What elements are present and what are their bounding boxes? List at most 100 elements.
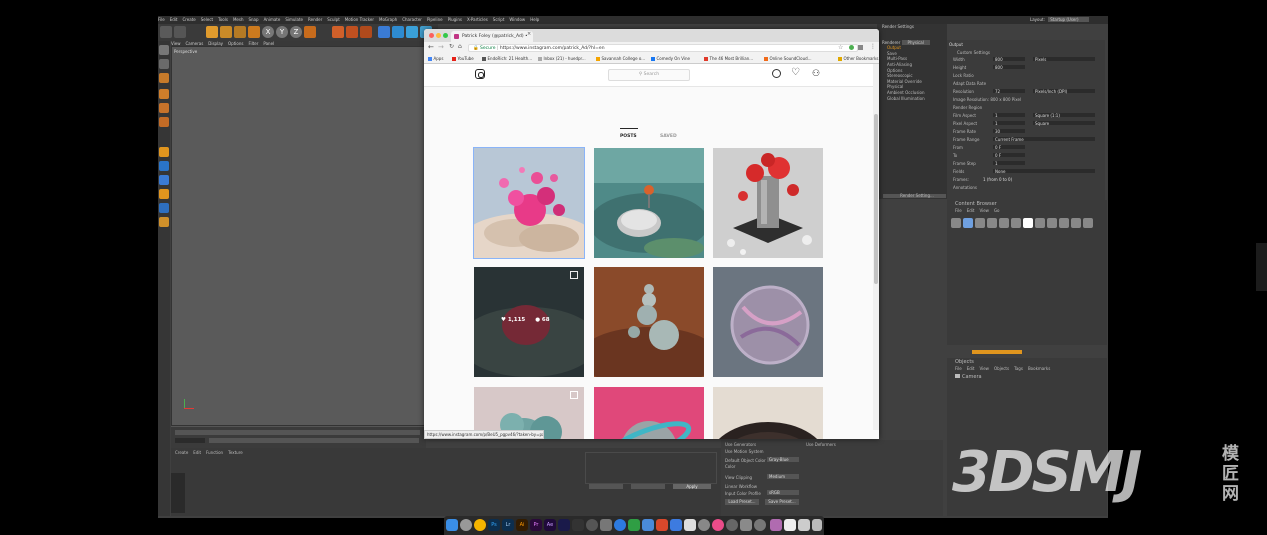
- preset-thumb-0[interactable]: [951, 218, 961, 228]
- post-red-blob-hover[interactable]: ♥ 1,115 ● 68: [474, 267, 584, 377]
- c4d-menu-item-7[interactable]: Animate: [264, 17, 281, 22]
- preset-thumb-4[interactable]: [999, 218, 1009, 228]
- content-menu-item-3[interactable]: Go: [994, 208, 1000, 213]
- itunes-icon[interactable]: [712, 519, 724, 531]
- preview-icon[interactable]: [770, 519, 782, 531]
- chrome-icon[interactable]: [474, 519, 486, 531]
- frame-field[interactable]: [175, 438, 205, 443]
- objects-menu-item-4[interactable]: Tags: [1014, 366, 1023, 371]
- illustrator-icon[interactable]: Ai: [516, 519, 528, 531]
- app-icon-10[interactable]: [740, 519, 752, 531]
- content-slider[interactable]: [972, 350, 1022, 354]
- bookmark-3[interactable]: Inbox (21) - huedpr...: [538, 56, 586, 61]
- output-row-unit[interactable]: Square: [1033, 121, 1095, 126]
- object-camera[interactable]: Camera: [955, 374, 982, 380]
- menu-icon[interactable]: ⋮: [870, 43, 876, 50]
- c4d-menu-item-0[interactable]: File: [158, 17, 165, 22]
- points-mode-icon[interactable]: [159, 89, 169, 99]
- folder-icon[interactable]: [798, 519, 810, 531]
- c4d-menu-item-16[interactable]: X-Particles: [467, 17, 488, 22]
- texture-mode-icon[interactable]: [159, 73, 169, 83]
- bookmark-7[interactable]: Online SoundCloud...: [764, 56, 812, 61]
- load-preset-button[interactable]: Load Preset...: [725, 499, 759, 505]
- heart-activity-icon[interactable]: ♡: [791, 67, 800, 79]
- preset-thumb-10[interactable]: [1071, 218, 1081, 228]
- make-editable-icon[interactable]: [159, 45, 169, 55]
- extension2-icon[interactable]: [858, 45, 863, 50]
- output-row-value[interactable]: 1: [993, 121, 1025, 126]
- back-icon[interactable]: ←: [428, 43, 434, 51]
- media-encoder-icon[interactable]: [558, 519, 570, 531]
- search-input[interactable]: ⚲ Search: [608, 69, 690, 81]
- live-icon[interactable]: [572, 519, 584, 531]
- app-icon-2[interactable]: [614, 519, 626, 531]
- c4d-menu-item-13[interactable]: Character: [402, 17, 422, 22]
- tab-saved[interactable]: SAVED: [660, 134, 677, 139]
- c4d-menu-item-6[interactable]: Snap: [248, 17, 258, 22]
- render-setting-button[interactable]: Render Setting...: [883, 194, 946, 198]
- coords-mode-select[interactable]: [589, 484, 623, 489]
- live-select-icon[interactable]: [248, 26, 260, 38]
- attr-profile-select[interactable]: sRGB: [767, 490, 799, 495]
- tweak-mode-icon[interactable]: [159, 161, 169, 171]
- minimize-window-icon[interactable]: [436, 33, 441, 38]
- post-pink-spheres[interactable]: [473, 147, 585, 259]
- pen-icon[interactable]: [392, 26, 404, 38]
- c4d-menu-item-10[interactable]: Sculpt: [327, 17, 340, 22]
- post-red-tower[interactable]: [713, 148, 823, 258]
- material-menu-item-2[interactable]: Function: [206, 450, 223, 455]
- instagram-logo-icon[interactable]: [475, 69, 485, 79]
- lightroom-icon[interactable]: Lr: [502, 519, 514, 531]
- objects-menu-item-2[interactable]: View: [979, 366, 989, 371]
- preset-thumb-11[interactable]: [1083, 218, 1093, 228]
- output-row-value[interactable]: 0 F: [993, 145, 1025, 150]
- render-settings-icon[interactable]: [360, 26, 372, 38]
- x-axis-icon[interactable]: X: [262, 26, 274, 38]
- preset-thumb-3[interactable]: [987, 218, 997, 228]
- output-row-value[interactable]: 30: [993, 129, 1025, 134]
- preset-thumb-7[interactable]: [1035, 218, 1045, 228]
- system-prefs-icon[interactable]: [754, 519, 766, 531]
- preset-thumbnails[interactable]: [951, 218, 1101, 230]
- post-black-beads[interactable]: [713, 387, 823, 439]
- preset-thumb-2[interactable]: [975, 218, 985, 228]
- c4d-menu-item-19[interactable]: Help: [530, 17, 539, 22]
- url-field[interactable]: 🔒 Secure | https://www.instagram.com/pat…: [468, 44, 858, 52]
- post-purple-sphere[interactable]: [713, 267, 823, 377]
- workplane-icon[interactable]: [159, 203, 169, 213]
- scrollbar-thumb[interactable]: [874, 114, 878, 284]
- cube-icon[interactable]: [378, 26, 390, 38]
- preset-thumb-8[interactable]: [1047, 218, 1057, 228]
- move-tool-icon[interactable]: [206, 26, 218, 38]
- material-menu-item-0[interactable]: Create: [175, 450, 188, 455]
- objects-menu-item-3[interactable]: Objects: [994, 366, 1009, 371]
- c4d-menu-item-14[interactable]: Pipeline: [427, 17, 443, 22]
- app-icon-9[interactable]: [726, 519, 738, 531]
- app-icon-4[interactable]: [642, 519, 654, 531]
- c4d-menu-item-5[interactable]: Mesh: [233, 17, 244, 22]
- output-row-value[interactable]: 1 (from 0 to 0): [981, 177, 1043, 182]
- app-icon-7[interactable]: [684, 519, 696, 531]
- material-menu-item-3[interactable]: Texture: [228, 450, 243, 455]
- page-scrollbar[interactable]: [873, 64, 879, 430]
- attr-clipping-select[interactable]: Medium: [767, 474, 799, 479]
- post-bubble-stack[interactable]: [594, 267, 704, 377]
- bookmark-4[interactable]: Savannah College o...: [596, 56, 645, 61]
- content-menu-item-1[interactable]: Edit: [967, 208, 975, 213]
- model-mode-icon[interactable]: [159, 59, 169, 69]
- bookmark-0[interactable]: Apps: [428, 56, 443, 61]
- post-ringed-planet[interactable]: [594, 387, 704, 439]
- output-row-value[interactable]: 800: [993, 65, 1025, 70]
- output-row-value[interactable]: 0 F: [993, 153, 1025, 158]
- extension-icon[interactable]: [849, 45, 854, 50]
- output-row-value[interactable]: 800: [993, 57, 1025, 62]
- layout-selector[interactable]: Layout: Startup (User): [1030, 16, 1089, 24]
- c4d-menu-item-15[interactable]: Plugins: [448, 17, 462, 22]
- subdivision-icon[interactable]: [406, 26, 418, 38]
- preset-thumb-9[interactable]: [1059, 218, 1069, 228]
- content-menu-item-2[interactable]: View: [979, 208, 989, 213]
- render-view-icon[interactable]: [332, 26, 344, 38]
- close-window-icon[interactable]: [429, 33, 434, 38]
- preset-thumb-5[interactable]: [1011, 218, 1021, 228]
- material-menu-item-1[interactable]: Edit: [193, 450, 201, 455]
